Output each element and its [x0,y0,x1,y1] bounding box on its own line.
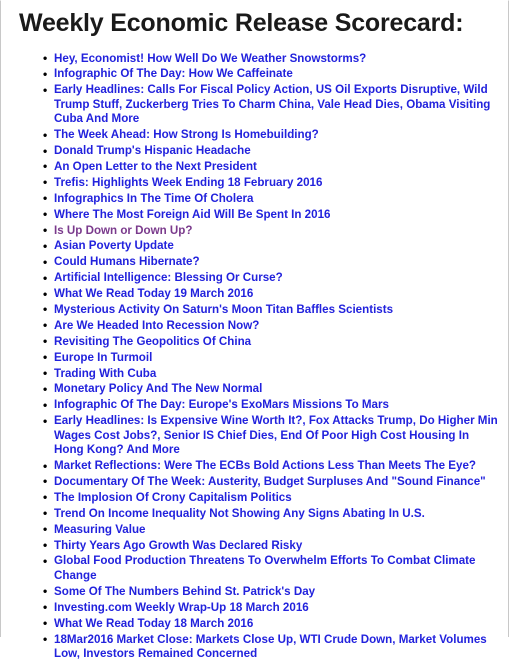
scorecard-link[interactable]: Market Reflections: Were The ECBs Bold A… [54,459,476,472]
list-item: Is Up Down or Down Up? [43,223,498,239]
scorecard-page: Weekly Economic Release Scorecard: Hey, … [1,9,508,662]
scorecard-link[interactable]: Asian Poverty Update [54,239,174,252]
scorecard-link[interactable]: What We Read Today 18 March 2016 [54,617,253,630]
list-item: Some Of The Numbers Behind St. Patrick's… [43,584,498,600]
list-item: Infographic Of The Day: Europe's ExoMars… [43,398,498,413]
scorecard-link[interactable]: Revisiting The Geopolitics Of China [54,335,251,348]
scorecard-link[interactable]: What We Read Today 19 March 2016 [54,287,253,300]
scorecard-link[interactable]: Hey, Economist! How Well Do We Weather S… [54,52,366,65]
list-item: Early Headlines: Calls For Fiscal Policy… [43,83,498,127]
scorecard-link[interactable]: Artificial Intelligence: Blessing Or Cur… [54,271,283,284]
scorecard-link[interactable]: Infographics In The Time Of Cholera [54,192,253,205]
scorecard-link-list: Hey, Economist! How Well Do We Weather S… [1,51,508,662]
scorecard-link[interactable]: Global Food Production Threatens To Over… [54,554,475,582]
list-item: Could Humans Hibernate? [43,255,498,270]
scorecard-link[interactable]: Where The Most Foreign Aid Will Be Spent… [54,208,330,221]
list-item: Market Reflections: Were The ECBs Bold A… [43,459,498,474]
page-title: Weekly Economic Release Scorecard: [19,9,464,37]
scorecard-link[interactable]: Infographic Of The Day: Europe's ExoMars… [54,398,389,411]
list-item: Mysterious Activity On Saturn's Moon Tit… [43,302,498,318]
scorecard-link[interactable]: Could Humans Hibernate? [54,255,200,268]
scorecard-link[interactable]: Infographic Of The Day: How We Caffeinat… [54,67,293,80]
scorecard-link[interactable]: Is Up Down or Down Up? [54,224,192,237]
scorecard-link[interactable]: Investing.com Weekly Wrap-Up 18 March 20… [54,601,309,614]
list-item: Trend On Income Inequality Not Showing A… [43,506,498,522]
list-item: The Implosion Of Crony Capitalism Politi… [43,490,498,506]
list-item: Infographics In The Time Of Cholera [43,191,498,207]
list-item: Hey, Economist! How Well Do We Weather S… [43,51,498,67]
list-item: The Week Ahead: How Strong Is Homebuildi… [43,128,498,143]
scorecard-link[interactable]: Measuring Value [54,523,146,536]
scorecard-link[interactable]: An Open Letter to the Next President [54,160,257,173]
list-item: Thirty Years Ago Growth Was Declared Ris… [43,538,498,554]
list-item: Revisiting The Geopolitics Of China [43,334,498,350]
scorecard-link[interactable]: Trend On Income Inequality Not Showing A… [54,507,425,520]
scorecard-link[interactable]: Trefis: Highlights Week Ending 18 Februa… [54,176,322,189]
scorecard-link[interactable]: Europe In Turmoil [54,351,152,364]
list-item: Donald Trump's Hispanic Headache [43,144,498,159]
list-item: Where The Most Foreign Aid Will Be Spent… [43,207,498,223]
list-item: Measuring Value [43,522,498,538]
list-item: Artificial Intelligence: Blessing Or Cur… [43,271,498,286]
list-item: What We Read Today 19 March 2016 [43,287,498,302]
list-item: Investing.com Weekly Wrap-Up 18 March 20… [43,600,498,616]
scorecard-link[interactable]: The Week Ahead: How Strong Is Homebuildi… [54,128,319,141]
list-item: Trefis: Highlights Week Ending 18 Februa… [43,175,498,191]
list-item: Asian Poverty Update [43,239,498,254]
list-item: An Open Letter to the Next President [43,159,498,175]
scorecard-link[interactable]: Monetary Policy And The New Normal [54,382,262,395]
scorecard-link[interactable]: The Implosion Of Crony Capitalism Politi… [54,491,292,504]
scorecard-link[interactable]: Thirty Years Ago Growth Was Declared Ris… [54,539,302,552]
list-item: What We Read Today 18 March 2016 [43,616,498,632]
scorecard-link[interactable]: Are We Headed Into Recession Now? [54,319,259,332]
list-item: Early Headlines: Is Expensive Wine Worth… [43,414,498,458]
list-item: Infographic Of The Day: How We Caffeinat… [43,67,498,82]
list-item: Global Food Production Threatens To Over… [43,554,498,583]
list-item: Trading With Cuba [43,366,498,382]
scorecard-link[interactable]: Early Headlines: Is Expensive Wine Worth… [54,414,498,456]
scorecard-link[interactable]: Some Of The Numbers Behind St. Patrick's… [54,585,315,598]
list-item: Europe In Turmoil [43,350,498,366]
scorecard-link[interactable]: Mysterious Activity On Saturn's Moon Tit… [54,303,393,316]
scorecard-link[interactable]: Donald Trump's Hispanic Headache [54,144,251,157]
scorecard-link[interactable]: Early Headlines: Calls For Fiscal Policy… [54,83,490,125]
list-item: Monetary Policy And The New Normal [43,382,498,397]
list-item: Are We Headed Into Recession Now? [43,318,498,334]
list-item: Documentary Of The Week: Austerity, Budg… [43,475,498,490]
scorecard-link[interactable]: Trading With Cuba [54,367,156,380]
scorecard-link[interactable]: Documentary Of The Week: Austerity, Budg… [54,475,486,488]
